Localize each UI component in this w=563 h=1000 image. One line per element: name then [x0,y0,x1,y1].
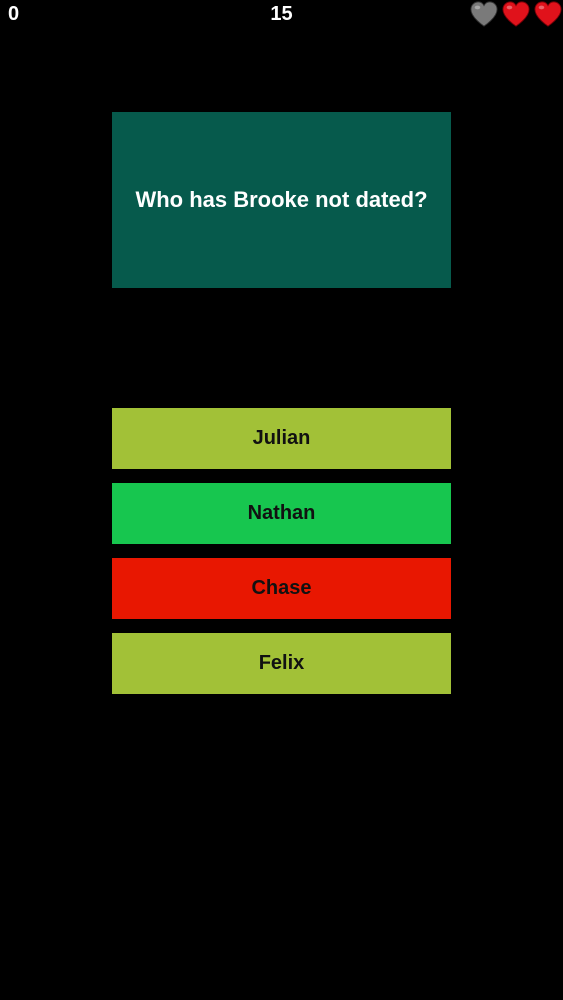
answer-list: Julian Nathan Chase Felix [112,408,451,708]
question-card: Who has Brooke not dated? [112,112,451,288]
answer-button[interactable]: Julian [112,408,451,469]
heart-icon [534,1,562,27]
question-text: Who has Brooke not dated? [135,187,428,212]
answer-button[interactable]: Felix [112,633,451,694]
answer-button[interactable]: Nathan [112,483,451,544]
game-screen: 0 15 Who has Brooke not dated? Julian Na… [0,0,563,1000]
answer-button[interactable]: Chase [112,558,451,619]
heart-icon [502,1,530,27]
heart-icon [470,1,498,27]
lives-indicator [469,0,563,28]
